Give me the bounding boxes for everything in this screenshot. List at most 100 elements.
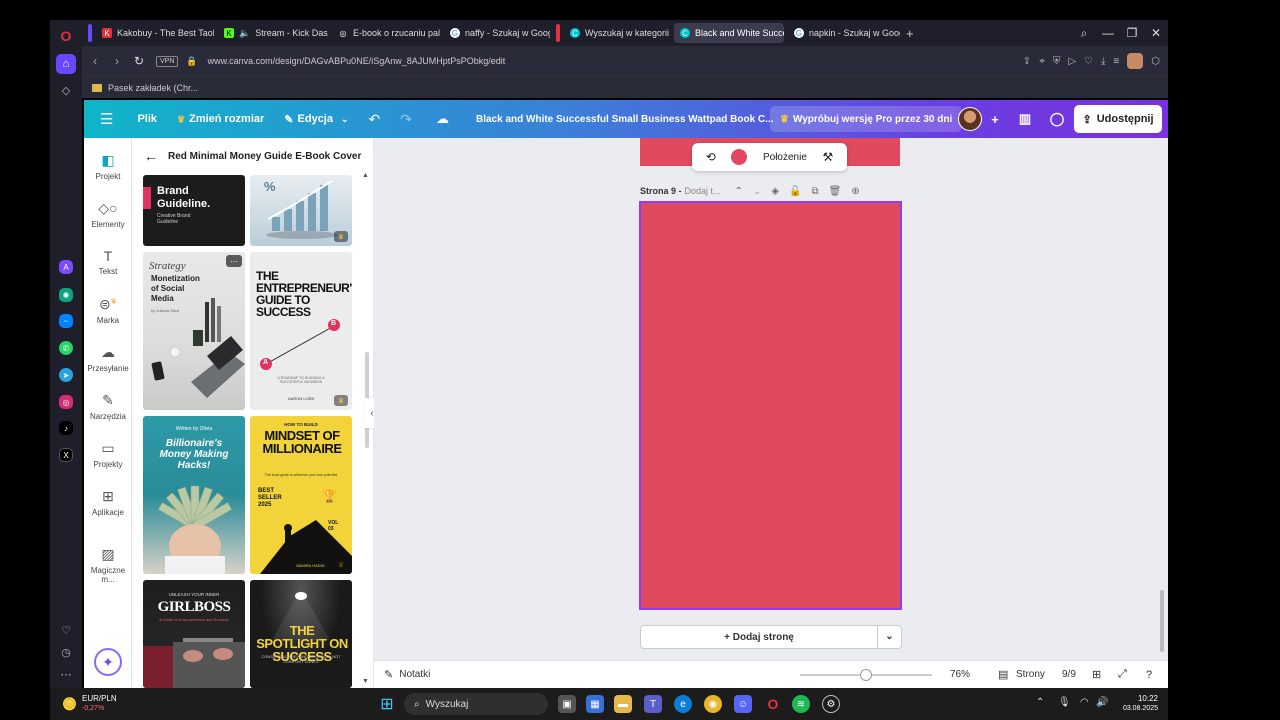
home-icon[interactable]: ⌂ (56, 54, 76, 74)
currency-widget-icon[interactable]: 🪙 (62, 697, 77, 711)
add-page-button[interactable]: + Dodaj stronę ⌄ (640, 625, 902, 649)
profile-avatar[interactable] (1127, 53, 1144, 69)
forward-icon[interactable]: › (106, 54, 128, 68)
notes-icon[interactable]: ✎ (384, 668, 393, 681)
grid-view-icon[interactable]: ⊞ (1092, 668, 1101, 681)
wifi-icon[interactable]: ◠ (1080, 697, 1089, 708)
chevron-down-icon[interactable]: ⌄ (877, 626, 901, 648)
tray-overflow-icon[interactable]: ⌃ (1036, 697, 1044, 708)
template-billionaire-hacks[interactable]: Written by Olivia Billionaire's Money Ma… (143, 416, 245, 574)
share-button[interactable]: ⇪ Udostępnij (1074, 105, 1162, 133)
tab-kick[interactable]: K 🔈 Stream - Kick Dashbo (218, 23, 328, 43)
share-page-icon[interactable]: ⇪ (1023, 56, 1031, 67)
tab-google-naffy[interactable]: G naffy - Szukaj w Google (444, 23, 550, 43)
back-icon[interactable]: ‹ (84, 54, 106, 68)
fullscreen-icon[interactable]: ⤢ (1118, 668, 1127, 681)
hamburger-menu-icon[interactable]: ☰ (84, 100, 123, 138)
minimize-icon[interactable]: — (1096, 20, 1120, 46)
volume-icon[interactable]: 🔊 (1096, 697, 1108, 708)
sidebar-item-aplikacje[interactable]: ⊞ Aplikacje (84, 488, 132, 517)
duplicate-page-icon[interactable]: ⧉ (811, 186, 818, 197)
user-avatar[interactable] (958, 107, 982, 131)
currency-pair[interactable]: EUR/PLN (82, 694, 117, 703)
messenger-icon[interactable]: ~ (59, 314, 73, 328)
pages-icon[interactable]: ▤ (998, 668, 1008, 681)
chevron-down-icon[interactable]: ⌄ (753, 186, 761, 197)
hide-page-icon[interactable]: ◈ (771, 186, 779, 197)
spotify-icon[interactable]: ≋ (792, 695, 810, 713)
clock-date[interactable]: 03.08.2025 (1114, 705, 1158, 712)
comment-icon[interactable]: ◯ (1044, 107, 1070, 131)
opera-icon[interactable]: O (764, 695, 782, 713)
notes-button[interactable]: Notatki (399, 669, 430, 680)
workspace-scrollbar[interactable] (1160, 590, 1164, 652)
insights-chart-icon[interactable]: ▥ (1012, 107, 1038, 131)
edge-icon[interactable]: e (674, 695, 692, 713)
tab-ebook[interactable]: ◎ E-book o rzucaniu palenia (332, 23, 441, 43)
pro-trial-button[interactable]: ♛ Wypróbuj wersję Pro przez 30 dni (770, 106, 963, 132)
microphone-icon[interactable]: 🎙 (1058, 697, 1071, 708)
file-menu[interactable]: Plik (123, 100, 167, 138)
template-brand-guideline[interactable]: Brand Guideline. Creative Brand Guidelin… (143, 175, 245, 246)
sidebar-item-narzedzia[interactable]: ✎ Narzędzia (84, 392, 132, 421)
resize-button[interactable]: ♛ Zmień rozmiar (167, 100, 274, 138)
panel-scrollbar[interactable]: ▲ ▼ (362, 172, 370, 686)
template-girlboss[interactable]: UNLEASH YOUR INNER GIRLBOSS A Guide to E… (143, 580, 245, 688)
tab-canva-search[interactable]: C Wyszukaj w kategorii e-bo (564, 23, 670, 43)
teams-icon[interactable]: T (644, 695, 662, 713)
x-twitter-icon[interactable]: X (59, 448, 73, 462)
instagram-icon[interactable]: ◎ (59, 395, 73, 409)
scroll-up-icon[interactable]: ▲ (362, 172, 369, 179)
redo-icon[interactable]: ↷ (390, 100, 422, 138)
more-icon[interactable]: ⋯ (56, 664, 76, 684)
close-icon[interactable]: ✕ (1144, 20, 1168, 46)
steam-icon[interactable]: ⚙ (822, 695, 840, 713)
tab-kakobuy[interactable]: K Kakobuy - The Best Taoba (96, 23, 214, 43)
zoom-level[interactable]: 76% (950, 669, 970, 680)
reload-icon[interactable]: ↻ (128, 54, 150, 68)
magic-assistant-button[interactable]: ✦ (94, 648, 122, 676)
template-mindset-millionaire[interactable]: HOW TO BUILD MINDSET OF MILLIONAIRE The … (250, 416, 352, 574)
restore-icon[interactable]: ❐ (1120, 20, 1144, 46)
taskbar-search[interactable]: ⌕ Wyszukaj (404, 693, 548, 715)
history-icon[interactable]: ◷ (56, 642, 76, 662)
zoom-slider-handle[interactable] (860, 669, 872, 681)
discord-icon[interactable]: ☺ (734, 695, 752, 713)
template-entrepreneur-guide[interactable]: THE ENTREPRENEUR'S GUIDE TO SUCCESS A B … (250, 252, 352, 410)
template-spotlight-success[interactable]: THE SPOTLIGHT ON SUCCESS CONSISTENCY BEY… (250, 580, 352, 688)
new-tab-icon[interactable]: + (906, 26, 914, 41)
whatsapp-icon[interactable]: ✆ (59, 341, 73, 355)
scroll-down-icon[interactable]: ▼ (362, 678, 369, 685)
tab-canva-design[interactable]: C Black and White Successfu (674, 23, 784, 43)
more-options-icon[interactable]: ⋯ (226, 255, 242, 267)
design-page-canvas[interactable] (639, 201, 902, 610)
extensions-icon[interactable]: ⬡ (1151, 56, 1160, 67)
fill-color-swatch[interactable] (731, 149, 748, 165)
replace-icon[interactable]: ⟲ (706, 150, 716, 164)
shield-icon[interactable]: ⛨ (1053, 56, 1061, 67)
sidebar-item-przesylanie[interactable]: ☁ Przesyłanie (84, 344, 132, 373)
sidebar-item-magic-media[interactable]: ▨ Magiczne m... (84, 546, 132, 584)
sidebar-item-marka[interactable]: ⊜♛ Marka (84, 296, 132, 325)
chatgpt-icon[interactable]: ✺ (59, 288, 73, 302)
template-growth-chart[interactable]: % ♛ (250, 175, 352, 246)
position-button[interactable]: Położenie (763, 152, 807, 163)
store-icon[interactable]: ▦ (586, 695, 604, 713)
template-social-media-monetization[interactable]: Strategy Monetization of Social Media by… (143, 252, 245, 410)
heart-icon[interactable]: ♡ (56, 620, 76, 640)
sidebar-item-projekty[interactable]: ▭ Projekty (84, 440, 132, 469)
lock-icon[interactable]: 🔒 (186, 56, 197, 67)
lock-icon[interactable]: 🔓 (789, 186, 801, 197)
menu-icon[interactable]: ≡ (1113, 56, 1119, 67)
play-icon[interactable]: ▷ (1068, 56, 1076, 67)
tiktok-icon[interactable]: ♪ (59, 421, 73, 435)
telegram-icon[interactable]: ➤ (59, 368, 73, 382)
chrome-icon[interactable]: ◉ (704, 695, 722, 713)
chevron-up-icon[interactable]: ⌃ (735, 186, 743, 197)
pages-button[interactable]: Strony (1016, 669, 1045, 680)
sidebar-item-projekt[interactable]: ◧ Projekt (84, 152, 132, 181)
back-arrow-icon[interactable]: ← (144, 148, 158, 164)
heart-icon[interactable]: ♡ (1084, 56, 1093, 67)
paint-format-icon[interactable]: ⚒ (822, 150, 833, 164)
cloud-saved-icon[interactable]: ☁ (426, 100, 459, 138)
